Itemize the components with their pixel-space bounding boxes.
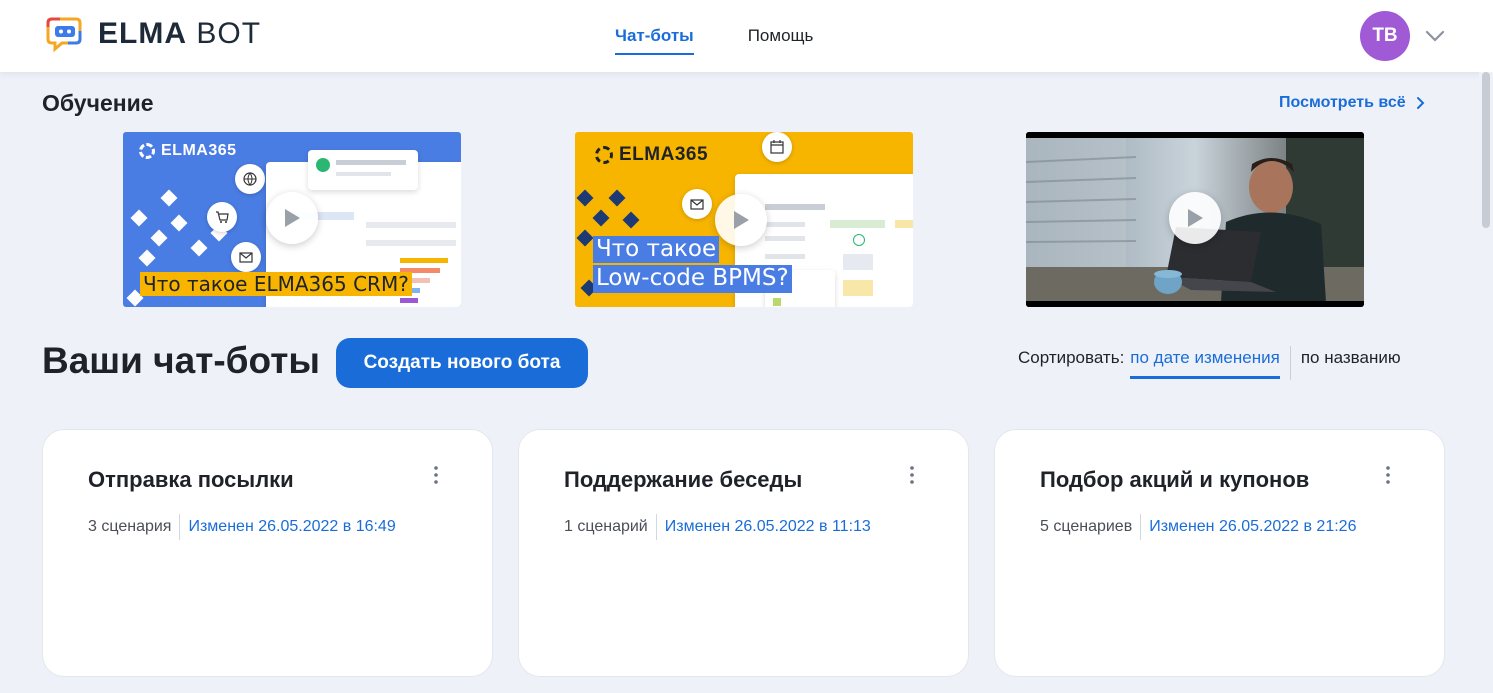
elma-ring-icon	[595, 146, 613, 164]
sort-by-date[interactable]: по дате изменения	[1130, 348, 1280, 379]
page-scrollbar[interactable]	[1479, 72, 1493, 693]
more-vertical-icon[interactable]	[430, 464, 442, 486]
bot-card[interactable]: Подбор акций и купонов 5 сценариев Измен…	[994, 429, 1445, 677]
caption-line: Low-code BPMS?	[593, 265, 792, 293]
changed-date: Изменен 26.05.2022 в 21:26	[1149, 518, 1357, 535]
user-avatar[interactable]: TB	[1360, 11, 1410, 61]
bot-card-meta: 5 сценариев Изменен 26.05.2022 в 21:26	[1040, 514, 1356, 540]
decor-diamond	[138, 249, 156, 267]
decor-diamond	[608, 189, 626, 207]
sort-control: Сортировать: по дате изменения по назван…	[1018, 346, 1401, 380]
bot-card-title: Поддержание беседы	[564, 467, 803, 492]
decor-diamond	[190, 239, 208, 257]
video-brand: ELMA365	[139, 142, 237, 160]
logo-text: ELMA BOT	[98, 17, 262, 50]
bot-card-meta: 1 сценарий Изменен 26.05.2022 в 11:13	[564, 514, 871, 540]
changed-date: Изменен 26.05.2022 в 16:49	[188, 518, 396, 535]
chevron-down-icon[interactable]	[1424, 26, 1446, 46]
decor-diamond	[130, 209, 148, 227]
more-vertical-icon[interactable]	[1382, 464, 1394, 486]
see-all-label: Посмотреть всё	[1279, 94, 1406, 111]
decor-diamond	[170, 214, 188, 232]
decor-diamond	[160, 189, 178, 207]
decor-diamond	[576, 229, 594, 247]
elma-bot-logo[interactable]: ELMA BOT	[46, 14, 261, 54]
scenario-count: 5 сценариев	[1040, 518, 1133, 535]
video-card-bpms[interactable]: ELMA365 Что такое Low-code BPMS?	[575, 132, 913, 307]
sort-label: Сортировать:	[1018, 348, 1125, 367]
video-card-office[interactable]	[1026, 132, 1364, 307]
bot-card-meta: 3 сценария Изменен 26.05.2022 в 16:49	[88, 514, 396, 540]
decor-diamond	[592, 209, 610, 227]
video-brand: ELMA365	[595, 144, 708, 166]
caption-line: Что такое	[593, 236, 720, 264]
globe-icon	[235, 164, 265, 194]
scenario-count: 1 сценарий	[564, 518, 648, 535]
bot-card-title: Отправка посылки	[88, 467, 294, 492]
meta-divider	[1140, 514, 1142, 540]
mail-icon	[682, 189, 712, 219]
video-caption: Что такое ELMA365 CRM?	[140, 272, 412, 296]
chatbots-title: Ваши чат-боты	[42, 340, 320, 381]
decor-diamond	[576, 189, 594, 207]
play-icon	[734, 211, 749, 229]
see-all-link[interactable]: Посмотреть всё	[1279, 94, 1426, 112]
meta-divider	[655, 514, 657, 540]
sort-divider	[1289, 346, 1291, 380]
changed-date: Изменен 26.05.2022 в 11:13	[664, 518, 871, 535]
decor-diamond	[150, 229, 168, 247]
video-card-crm[interactable]: ELMA365 Что такое ELMA365 CRM?	[123, 132, 461, 307]
bot-card[interactable]: Отправка посылки 3 сценария Изменен 26.0…	[42, 429, 493, 677]
mail-icon	[231, 242, 261, 272]
create-bot-button[interactable]: Создать нового бота	[336, 338, 588, 388]
play-icon	[1188, 209, 1203, 227]
main-nav: Чат-боты Помощь	[615, 0, 813, 72]
cart-icon	[207, 202, 237, 232]
calendar-icon	[762, 132, 792, 162]
elma-ring-icon	[139, 143, 155, 159]
bot-card[interactable]: Поддержание беседы 1 сценарий Изменен 26…	[518, 429, 969, 677]
chat-bubble-logo-icon	[46, 17, 82, 53]
nav-help[interactable]: Помощь	[748, 0, 814, 72]
more-vertical-icon[interactable]	[906, 464, 918, 486]
decor-diamond	[622, 211, 640, 229]
play-icon	[285, 209, 300, 227]
play-button[interactable]	[1169, 192, 1221, 244]
chevron-right-icon	[1416, 97, 1425, 109]
nav-chatbots[interactable]: Чат-боты	[615, 0, 694, 72]
meta-divider	[179, 514, 181, 540]
scenario-count: 3 сценария	[88, 518, 172, 535]
bot-card-title: Подбор акций и купонов	[1040, 467, 1310, 492]
video-caption: Что такое Low-code BPMS?	[593, 236, 792, 295]
top-header: ELMA BOT Чат-боты Помощь TB	[0, 0, 1493, 72]
scrollbar-thumb[interactable]	[1482, 72, 1490, 228]
sort-by-name[interactable]: по названию	[1301, 348, 1401, 368]
incoming-call-popup	[308, 150, 418, 190]
learning-title: Обучение	[42, 90, 154, 116]
play-button[interactable]	[266, 192, 318, 244]
